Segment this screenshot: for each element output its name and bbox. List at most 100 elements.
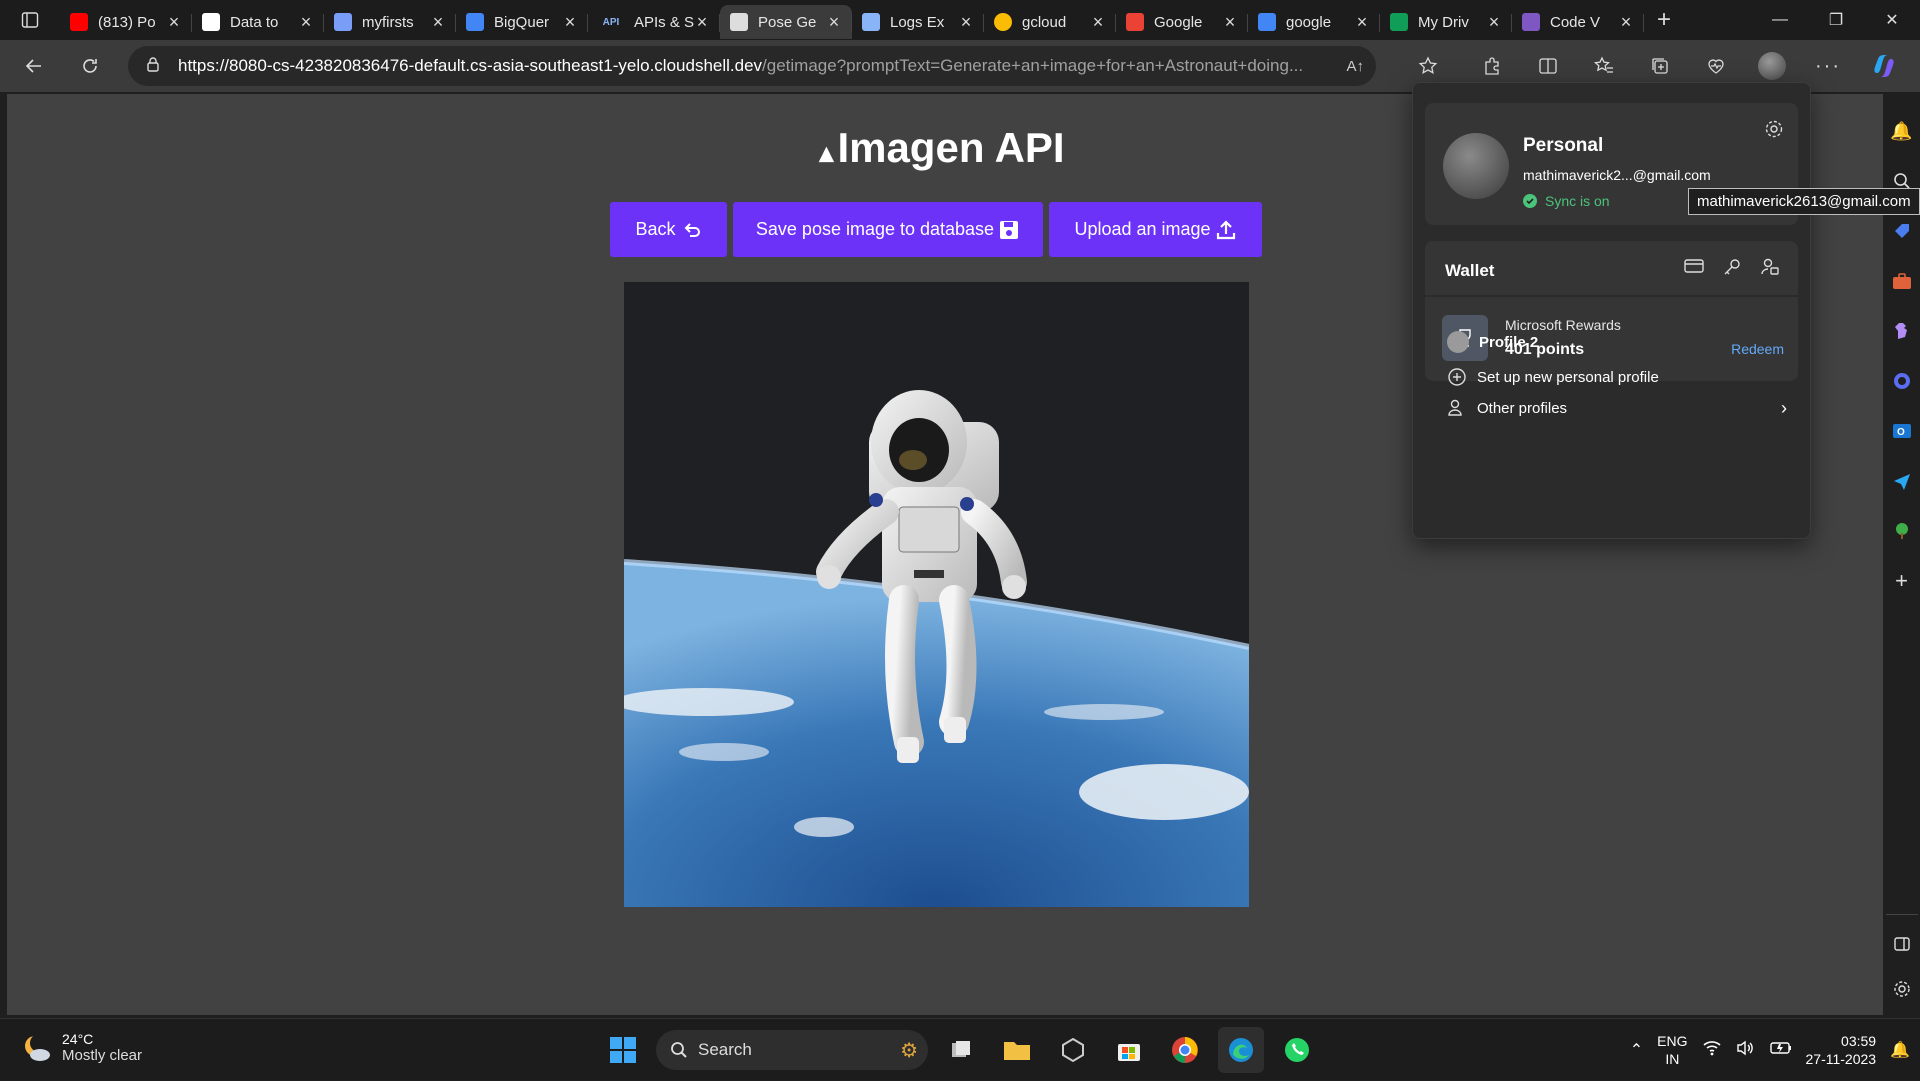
undo-icon — [684, 222, 700, 237]
floppy-disk-icon — [1000, 220, 1019, 239]
payment-card-icon[interactable] — [1684, 257, 1704, 282]
url-host: https://8080-cs-423820836476-default.cs-… — [178, 56, 763, 75]
wallet-divider — [1425, 295, 1798, 297]
browser-tab[interactable]: (813) Po × — [60, 5, 192, 39]
profile-2-item[interactable]: Profile 2 — [1447, 331, 1538, 353]
back-button[interactable]: Back — [610, 202, 727, 257]
upload-image-button[interactable]: Upload an image — [1049, 202, 1262, 257]
google-cloud-icon — [1126, 13, 1144, 31]
microsoft-store-icon[interactable] — [1106, 1027, 1152, 1073]
read-aloud-icon[interactable]: A↑ — [1346, 58, 1364, 75]
windows-start-icon[interactable] — [600, 1027, 646, 1073]
new-tab-button[interactable]: + — [1644, 6, 1684, 34]
language-indicator[interactable]: ENG IN — [1657, 1032, 1687, 1068]
bigquery-icon — [466, 13, 484, 31]
browser-tab[interactable]: API APIs & S × — [588, 5, 720, 39]
browser-tab[interactable]: gcloud × — [984, 5, 1116, 39]
tree-icon[interactable] — [1892, 506, 1912, 556]
close-tab-icon[interactable]: × — [298, 12, 314, 33]
close-tab-icon[interactable]: × — [1354, 12, 1370, 33]
add-sidebar-app-icon[interactable]: + — [1895, 556, 1908, 606]
chrome-icon — [994, 13, 1012, 31]
hide-sidebar-icon[interactable] — [1893, 919, 1911, 969]
close-tab-icon[interactable]: × — [1618, 12, 1634, 33]
windows-taskbar: 24°C Mostly clear Search ⚙ ⌃ ENG IN 03:5… — [0, 1018, 1920, 1080]
tab-title: myfirsts — [362, 13, 414, 31]
browser-tab[interactable]: Code V × — [1512, 5, 1644, 39]
unity-icon[interactable] — [1050, 1027, 1096, 1073]
add-circle-icon — [1448, 368, 1466, 386]
edge-sidebar: 🔔 O + — [1883, 94, 1920, 1015]
minimize-button[interactable]: — — [1752, 0, 1808, 40]
key-icon[interactable] — [1722, 257, 1742, 282]
edge-icon[interactable] — [1218, 1027, 1264, 1073]
browser-tab[interactable]: My Driv × — [1380, 5, 1512, 39]
profile-flyout: Personal mathimaverick2...@gmail.com Syn… — [1412, 82, 1811, 539]
outlook-icon[interactable]: O — [1892, 406, 1912, 456]
games-icon[interactable] — [1892, 306, 1912, 356]
close-tab-icon[interactable]: × — [958, 12, 974, 33]
browser-tab[interactable]: myfirsts × — [324, 5, 456, 39]
refresh-button[interactable] — [64, 46, 116, 86]
close-tab-icon[interactable]: × — [166, 12, 182, 33]
personal-info-icon[interactable] — [1760, 257, 1780, 282]
close-tab-icon[interactable]: × — [430, 12, 446, 33]
other-profiles-item[interactable]: Other profiles › — [1447, 398, 1787, 418]
browser-tab[interactable]: Logs Ex × — [852, 5, 984, 39]
copilot-icon[interactable] — [1856, 40, 1912, 92]
wallet-title[interactable]: Wallet — [1445, 261, 1494, 281]
address-bar[interactable]: https://8080-cs-423820836476-default.cs-… — [128, 46, 1376, 86]
browser-tab[interactable]: Google × — [1116, 5, 1248, 39]
close-tab-icon[interactable]: × — [694, 12, 710, 33]
other-profiles-label: Other profiles — [1477, 399, 1568, 417]
window-controls: — ❐ ✕ — [1752, 0, 1920, 40]
redeem-link[interactable]: Redeem — [1731, 341, 1784, 357]
copilot-sidebar-icon[interactable] — [1892, 356, 1912, 406]
profile-2-label: Profile 2 — [1479, 333, 1539, 351]
browser-tab[interactable]: google × — [1248, 5, 1380, 39]
restore-button[interactable]: ❐ — [1808, 0, 1864, 40]
notification-bell-icon[interactable]: 🔔 — [1890, 1040, 1910, 1060]
tab-title: Pose Ge — [758, 13, 817, 31]
bell-icon[interactable]: 🔔 — [1890, 106, 1912, 156]
wallet-card: Wallet Microsoft Rewards 401 points Rede… — [1425, 241, 1798, 381]
file-explorer-icon[interactable] — [994, 1027, 1040, 1073]
tab-actions-button[interactable] — [0, 0, 60, 40]
chevron-up-icon[interactable]: ⌃ — [1630, 1040, 1643, 1060]
close-tab-icon[interactable]: × — [1486, 12, 1502, 33]
upload-button-label: Upload an image — [1074, 219, 1211, 239]
lock-icon[interactable] — [146, 56, 160, 77]
send-icon[interactable] — [1892, 456, 1912, 506]
sidebar-settings-icon[interactable] — [1893, 964, 1911, 1014]
browser-tab[interactable]: BigQuer × — [456, 5, 588, 39]
page-title-text: Imagen API — [837, 124, 1065, 171]
looker-studio-icon — [202, 13, 220, 31]
battery-icon[interactable] — [1769, 1041, 1792, 1060]
close-tab-icon[interactable]: × — [1090, 12, 1106, 33]
setup-profile-item[interactable]: Set up new personal profile — [1447, 367, 1659, 387]
close-tab-icon[interactable]: × — [826, 12, 842, 33]
tab-title: Data to — [230, 13, 279, 31]
close-tab-icon[interactable]: × — [562, 12, 578, 33]
weather-widget[interactable]: 24°C Mostly clear — [22, 1031, 142, 1064]
taskbar-search[interactable]: Search ⚙ — [656, 1030, 928, 1070]
generated-astronaut-image — [624, 282, 1249, 907]
code-icon — [1522, 13, 1540, 31]
browser-tab[interactable]: Pose Ge × — [720, 5, 852, 39]
volume-icon[interactable] — [1736, 1040, 1756, 1061]
save-pose-button[interactable]: Save pose image to database — [733, 202, 1043, 257]
profile-settings-icon[interactable] — [1764, 119, 1784, 144]
browser-tab[interactable]: Data to × — [192, 5, 324, 39]
clock[interactable]: 03:59 27-11-2023 — [1806, 1032, 1877, 1068]
whatsapp-icon[interactable] — [1274, 1027, 1320, 1073]
close-tab-icon[interactable]: × — [1222, 12, 1238, 33]
wifi-icon[interactable] — [1702, 1040, 1722, 1061]
close-window-button[interactable]: ✕ — [1864, 0, 1920, 40]
taskbar-apps: Search ⚙ — [600, 1027, 1320, 1073]
tools-briefcase-icon[interactable] — [1892, 256, 1912, 306]
back-nav-button[interactable] — [8, 46, 60, 86]
weather-text: Mostly clear — [62, 1047, 143, 1064]
chrome-icon[interactable] — [1162, 1027, 1208, 1073]
svg-text:O: O — [1897, 427, 1905, 438]
task-view-icon[interactable] — [938, 1027, 984, 1073]
